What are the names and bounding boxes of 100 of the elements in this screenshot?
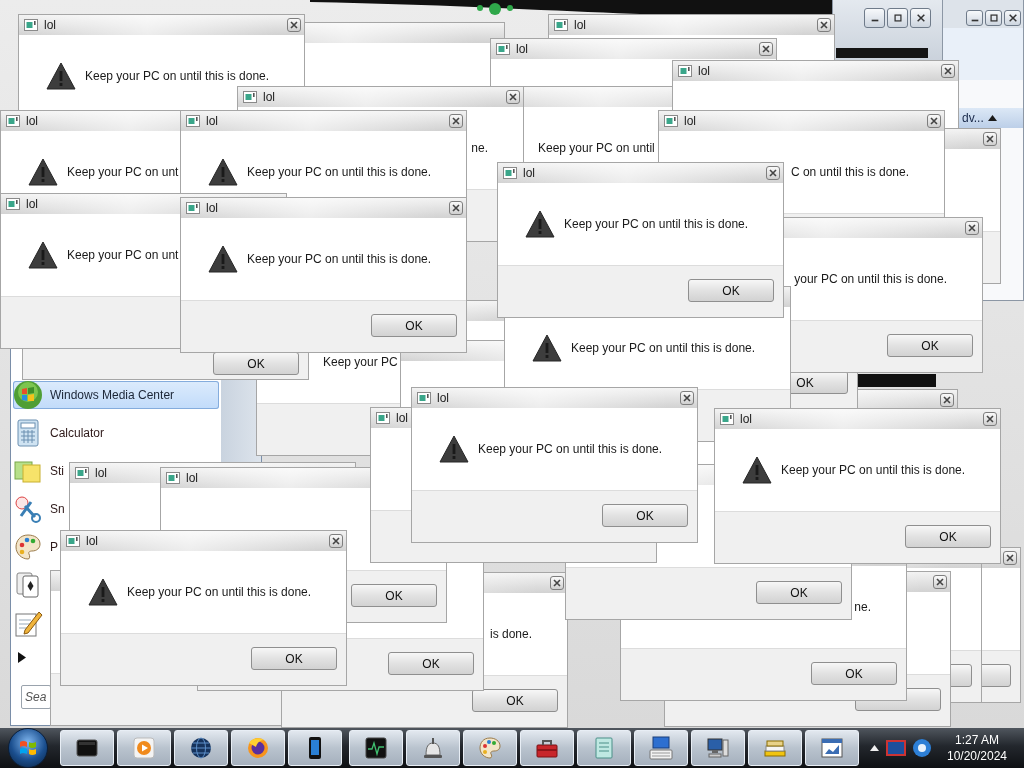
close-button[interactable]	[1004, 10, 1021, 26]
ok-button[interactable]: OK	[371, 314, 457, 337]
taskbar-button[interactable]	[60, 730, 114, 766]
close-button[interactable]	[550, 576, 564, 590]
taskbar-button[interactable]	[691, 730, 745, 766]
close-button[interactable]	[287, 18, 301, 32]
close-button[interactable]	[983, 132, 997, 146]
dialog-title: lol	[44, 18, 56, 32]
taskbar-button[interactable]	[231, 730, 285, 766]
window-icon	[66, 535, 80, 547]
dialog-title: lol	[740, 412, 752, 426]
ok-button[interactable]: OK	[472, 689, 558, 712]
dialog-message: ne.	[854, 600, 871, 614]
close-icon	[762, 45, 770, 53]
close-icon	[1007, 13, 1018, 23]
menu-item[interactable]: Windows Media Center	[13, 381, 219, 409]
warning-icon	[28, 158, 58, 186]
dialog-message: Keep your PC on until this is done.	[478, 442, 663, 456]
menu-item[interactable]: P	[13, 533, 58, 561]
window-icon	[24, 19, 38, 31]
dialog-title: lol	[684, 114, 696, 128]
close-button[interactable]	[766, 166, 780, 180]
close-button[interactable]	[927, 114, 941, 128]
menu-item[interactable]: Sn	[13, 495, 65, 523]
taskbar-button[interactable]	[174, 730, 228, 766]
clock-time[interactable]: 1:27 AM	[955, 732, 999, 748]
menu-item[interactable]: Sti	[13, 457, 64, 485]
window-icon	[166, 472, 180, 484]
close-button[interactable]	[910, 8, 931, 28]
ok-button[interactable]: OK	[887, 334, 973, 357]
taskbar-button[interactable]	[520, 730, 574, 766]
ok-button[interactable]: OK	[688, 279, 774, 302]
close-button[interactable]	[940, 393, 954, 407]
close-icon	[452, 117, 460, 125]
close-button[interactable]	[933, 575, 947, 589]
dialog-message: Keep your PC on until this is done.	[571, 341, 756, 355]
ok-button[interactable]: OK	[213, 352, 299, 375]
dialog-message: Keep your PC	[323, 355, 398, 369]
window-icon	[664, 115, 678, 127]
pulse-monitor-icon	[363, 735, 389, 761]
dialog-title: lol	[206, 114, 218, 128]
close-button[interactable]	[329, 534, 343, 548]
ok-button[interactable]: OK	[756, 581, 842, 604]
close-button[interactable]	[941, 64, 955, 78]
dialog-title: lol	[263, 90, 275, 104]
minimize-button[interactable]	[864, 8, 885, 28]
dialog-message: Keep your PC on until this is done.	[564, 217, 749, 231]
dialog-message: Keep your PC on until this is done.	[247, 252, 432, 266]
close-icon	[332, 537, 340, 545]
close-icon	[944, 67, 952, 75]
close-button[interactable]	[680, 391, 694, 405]
maximize-button[interactable]	[887, 8, 908, 28]
ok-button[interactable]: OK	[905, 525, 991, 548]
dialog-title: lol	[516, 42, 528, 56]
taskbar-button[interactable]	[349, 730, 403, 766]
window-icon	[6, 198, 20, 210]
dialog-title: lol	[86, 534, 98, 548]
window-icon	[186, 202, 200, 214]
dialog-message: Keep your PC on unt	[67, 165, 179, 179]
window-icon	[678, 65, 692, 77]
close-button[interactable]	[965, 221, 979, 235]
window-icon	[554, 19, 568, 31]
dialog-message: is done.	[489, 627, 532, 641]
menu-item[interactable]: Calculator	[13, 419, 105, 447]
taskbar-button[interactable]	[406, 730, 460, 766]
minimize-button[interactable]	[966, 10, 983, 26]
dialog-message: Keep your PC on until	[538, 141, 655, 155]
ok-button[interactable]: OK	[811, 662, 897, 685]
warning-icon	[46, 62, 76, 90]
maximize-button[interactable]	[985, 10, 1002, 26]
disc-icon[interactable]	[911, 737, 933, 759]
logo-icon	[18, 738, 38, 758]
close-button[interactable]	[1003, 551, 1017, 565]
close-icon	[1006, 554, 1014, 562]
close-button[interactable]	[759, 42, 773, 56]
search-field[interactable]: Sea	[21, 685, 51, 709]
ok-button[interactable]: OK	[351, 584, 437, 607]
dialog-message: ne.	[471, 141, 488, 155]
close-button[interactable]	[449, 114, 463, 128]
arrow-icon[interactable]	[18, 651, 26, 663]
close-button[interactable]	[983, 412, 997, 426]
ok-button[interactable]: OK	[602, 504, 688, 527]
taskbar-button[interactable]	[634, 730, 688, 766]
ok-button[interactable]: OK	[388, 652, 474, 675]
window-icon	[186, 115, 200, 127]
window-chart-icon	[819, 735, 845, 761]
close-icon	[936, 578, 944, 586]
close-button[interactable]	[506, 90, 520, 104]
start-button[interactable]	[8, 728, 48, 768]
ok-button[interactable]: OK	[251, 647, 337, 670]
caret-up-icon[interactable]	[987, 115, 997, 121]
scissors-icon	[13, 494, 43, 524]
clock-date[interactable]: 10/20/2024	[946, 748, 1008, 764]
taskbar-button[interactable]	[288, 730, 342, 766]
dialog-message: Keep your PC on until this is done.	[85, 69, 270, 83]
close-button[interactable]	[449, 201, 463, 215]
screen-icon[interactable]	[885, 737, 907, 759]
close-button[interactable]	[817, 18, 831, 32]
warning-icon	[439, 435, 469, 463]
close-icon	[553, 579, 561, 587]
